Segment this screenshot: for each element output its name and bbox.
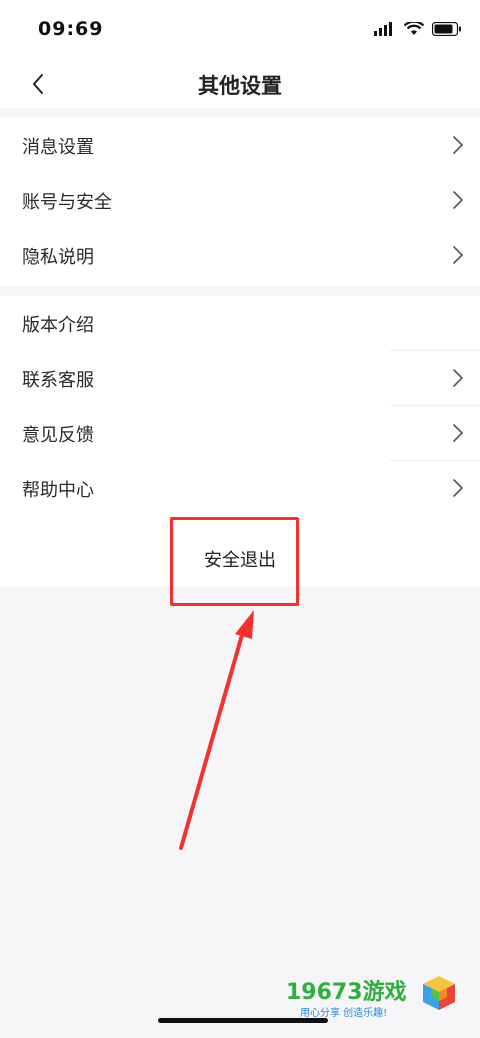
row-contact-support[interactable]: 联系客服 [0, 351, 480, 406]
chevron-right-icon [453, 191, 464, 209]
row-version-intro[interactable]: 版本介绍 [0, 296, 480, 351]
chevron-right-icon [453, 424, 464, 442]
chevron-right-icon [453, 136, 464, 154]
chevron-right-icon [453, 369, 464, 387]
settings-group-account: 消息设置 账号与安全 隐私说明 [0, 118, 480, 286]
row-label: 帮助中心 [22, 479, 94, 501]
settings-group-about: 版本介绍 联系客服 意见反馈 帮助中心 [0, 296, 480, 518]
watermark-logo: 19673游戏 用心分享 创造乐趣! [286, 972, 466, 1022]
watermark-brand: 19673游戏 [286, 980, 407, 1005]
status-bar: 09:69 [0, 0, 480, 60]
signal-icon [374, 22, 392, 36]
watermark-slogan: 用心分享 创造乐趣! [300, 1008, 388, 1019]
row-label: 账号与安全 [22, 191, 112, 213]
row-label: 隐私说明 [22, 246, 94, 268]
chevron-right-icon [453, 479, 464, 497]
row-label: 消息设置 [22, 136, 94, 158]
row-help-center[interactable]: 帮助中心 [0, 461, 480, 516]
page-title: 其他设置 [198, 74, 282, 98]
status-icons [374, 22, 462, 36]
battery-icon [432, 22, 461, 36]
row-label: 意见反馈 [22, 424, 94, 446]
row-label: 联系客服 [22, 369, 94, 391]
annotation-highlight-box [170, 517, 299, 606]
nav-bar: 其他设置 [0, 60, 480, 108]
row-privacy[interactable]: 隐私说明 [0, 228, 480, 283]
row-feedback[interactable]: 意见反馈 [0, 406, 480, 461]
row-label: 版本介绍 [22, 314, 94, 336]
chevron-right-icon [453, 246, 464, 264]
cube-logo-icon [423, 976, 455, 1010]
status-time: 09:69 [38, 18, 104, 40]
wifi-icon [404, 22, 424, 35]
row-message-settings[interactable]: 消息设置 [0, 118, 480, 173]
row-account-security[interactable]: 账号与安全 [0, 173, 480, 228]
